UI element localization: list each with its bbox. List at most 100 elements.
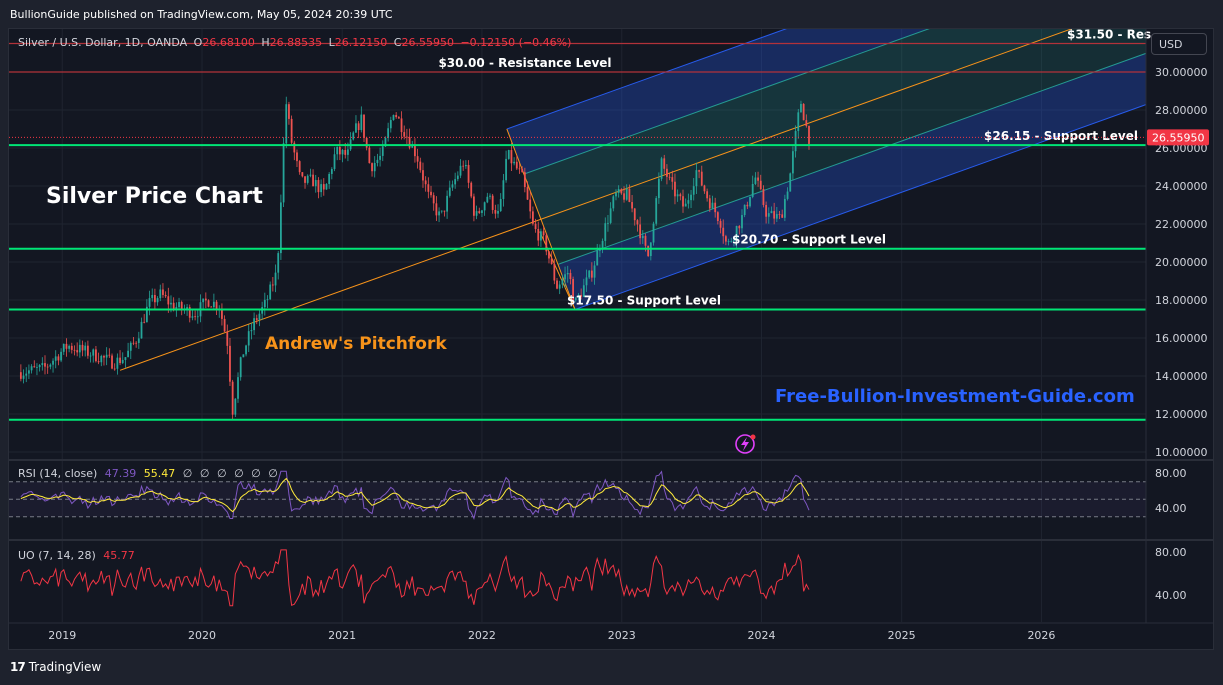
candle-body	[620, 189, 623, 194]
candle-body	[180, 302, 183, 310]
candle-body	[381, 146, 384, 156]
candle-body	[95, 349, 97, 362]
candle-body	[298, 161, 301, 173]
candle-body	[320, 184, 323, 193]
time-tick-label: 2025	[888, 629, 916, 642]
pitchfork-label: Andrew's Pitchfork	[265, 334, 447, 354]
candle-body	[210, 306, 213, 308]
candle-body	[596, 250, 599, 266]
time-tick-label: 2023	[608, 629, 636, 642]
last-price-value: 26.55950	[1152, 131, 1205, 144]
candle-body	[250, 330, 253, 332]
candle-body	[534, 223, 537, 230]
candle-body	[440, 210, 443, 212]
candle-body	[515, 161, 518, 169]
candle-body	[448, 187, 451, 196]
price-tick-label: 12.00000	[1155, 408, 1208, 421]
candle-body	[271, 284, 274, 286]
candle-body	[304, 176, 306, 183]
level-label: $31.50 - Res	[1067, 28, 1151, 42]
candle-body	[414, 144, 416, 157]
candle-body	[97, 361, 100, 363]
candle-body	[489, 195, 491, 197]
currency-button[interactable]: USD	[1151, 33, 1207, 55]
lightning-icon[interactable]	[735, 434, 756, 454]
silver-price-chart[interactable]: $31.50 - Res $30.00 - Resistance Level $26…	[0, 0, 1223, 685]
candle-body	[531, 211, 534, 224]
candle-body	[564, 274, 566, 280]
candle-body	[403, 132, 406, 137]
candle-body	[738, 225, 741, 229]
level-label: $30.00 - Resistance Level	[438, 56, 611, 70]
candle-body	[239, 357, 242, 378]
candle-body	[221, 309, 223, 319]
candle-body	[529, 199, 532, 212]
footer-bar	[0, 652, 1223, 685]
candle-body	[714, 202, 717, 213]
symbol-legend[interactable]: Silver / U.S. Dollar, 1D, OANDA O26.6810…	[18, 36, 571, 49]
candle-body	[687, 200, 690, 204]
high-label: H	[261, 36, 269, 49]
pitchfork-layer	[119, 29, 1146, 371]
candle-body	[794, 131, 797, 152]
candle-body	[682, 196, 684, 207]
candle-body	[49, 364, 52, 367]
candle-body	[159, 289, 162, 299]
candle-body	[81, 344, 84, 351]
time-tick-label: 2021	[328, 629, 356, 642]
candle-body	[464, 164, 467, 167]
candle-body	[242, 354, 245, 358]
candle-body	[540, 231, 542, 241]
candle-body	[379, 155, 381, 160]
candle-body	[121, 359, 124, 364]
candle-body	[263, 299, 266, 308]
candle-body	[392, 115, 395, 121]
candle-body	[223, 318, 226, 332]
candle-body	[746, 204, 749, 207]
candle-body	[255, 318, 258, 320]
tradingview-logo[interactable]: 17 TradingView	[10, 660, 101, 674]
candle-body	[607, 222, 609, 224]
candle-body	[639, 224, 642, 239]
candle-body	[797, 112, 800, 132]
candle-body	[266, 299, 269, 301]
candle-body	[615, 192, 617, 197]
candle-body	[269, 284, 272, 300]
rsi-empty-1: ∅	[183, 467, 193, 480]
rsi-legend[interactable]: RSI (14, close) 47.39 55.47 ∅ ∅ ∅ ∅ ∅ ∅	[18, 467, 278, 480]
candle-body	[84, 345, 87, 351]
candle-body	[111, 355, 113, 369]
uo-line	[20, 549, 810, 607]
candle-body	[805, 120, 808, 126]
uo-legend[interactable]: UO (7, 14, 28) 45.77	[18, 549, 135, 562]
candle-body	[135, 342, 138, 344]
candle-body	[644, 235, 647, 246]
candle-body	[389, 120, 392, 129]
rsi-empty-2: ∅	[200, 467, 210, 480]
candle-body	[633, 208, 636, 221]
website-watermark: Free-Bullion-Investment-Guide.com	[775, 386, 1135, 407]
candle-body	[105, 354, 108, 358]
candle-body	[483, 202, 486, 211]
candle-body	[229, 345, 231, 382]
candle-body	[309, 174, 312, 176]
candle-body	[427, 184, 430, 192]
price-axis[interactable]: 30.0000028.0000026.0000024.0000022.00000…	[1155, 66, 1208, 602]
price-tick-label: 22.00000	[1155, 218, 1208, 231]
candle-body	[711, 202, 714, 209]
price-tick-label: 10.00000	[1155, 446, 1208, 459]
candle-body	[773, 211, 776, 219]
candle-body	[371, 163, 373, 172]
candle-body	[800, 103, 802, 113]
candle-body	[103, 355, 105, 358]
candle-body	[333, 154, 336, 170]
candle-body	[154, 294, 156, 303]
candle-body	[341, 149, 344, 155]
price-tick-label: 30.00000	[1155, 66, 1208, 79]
time-axis[interactable]: 2019 2020 2021 2022 2023 2024 2025 2026	[48, 629, 1055, 642]
candle-body	[137, 338, 140, 343]
candle-body	[164, 294, 167, 297]
uo-tick-label: 80.00	[1155, 546, 1187, 559]
candle-body	[593, 265, 596, 278]
candle-body	[395, 115, 398, 118]
